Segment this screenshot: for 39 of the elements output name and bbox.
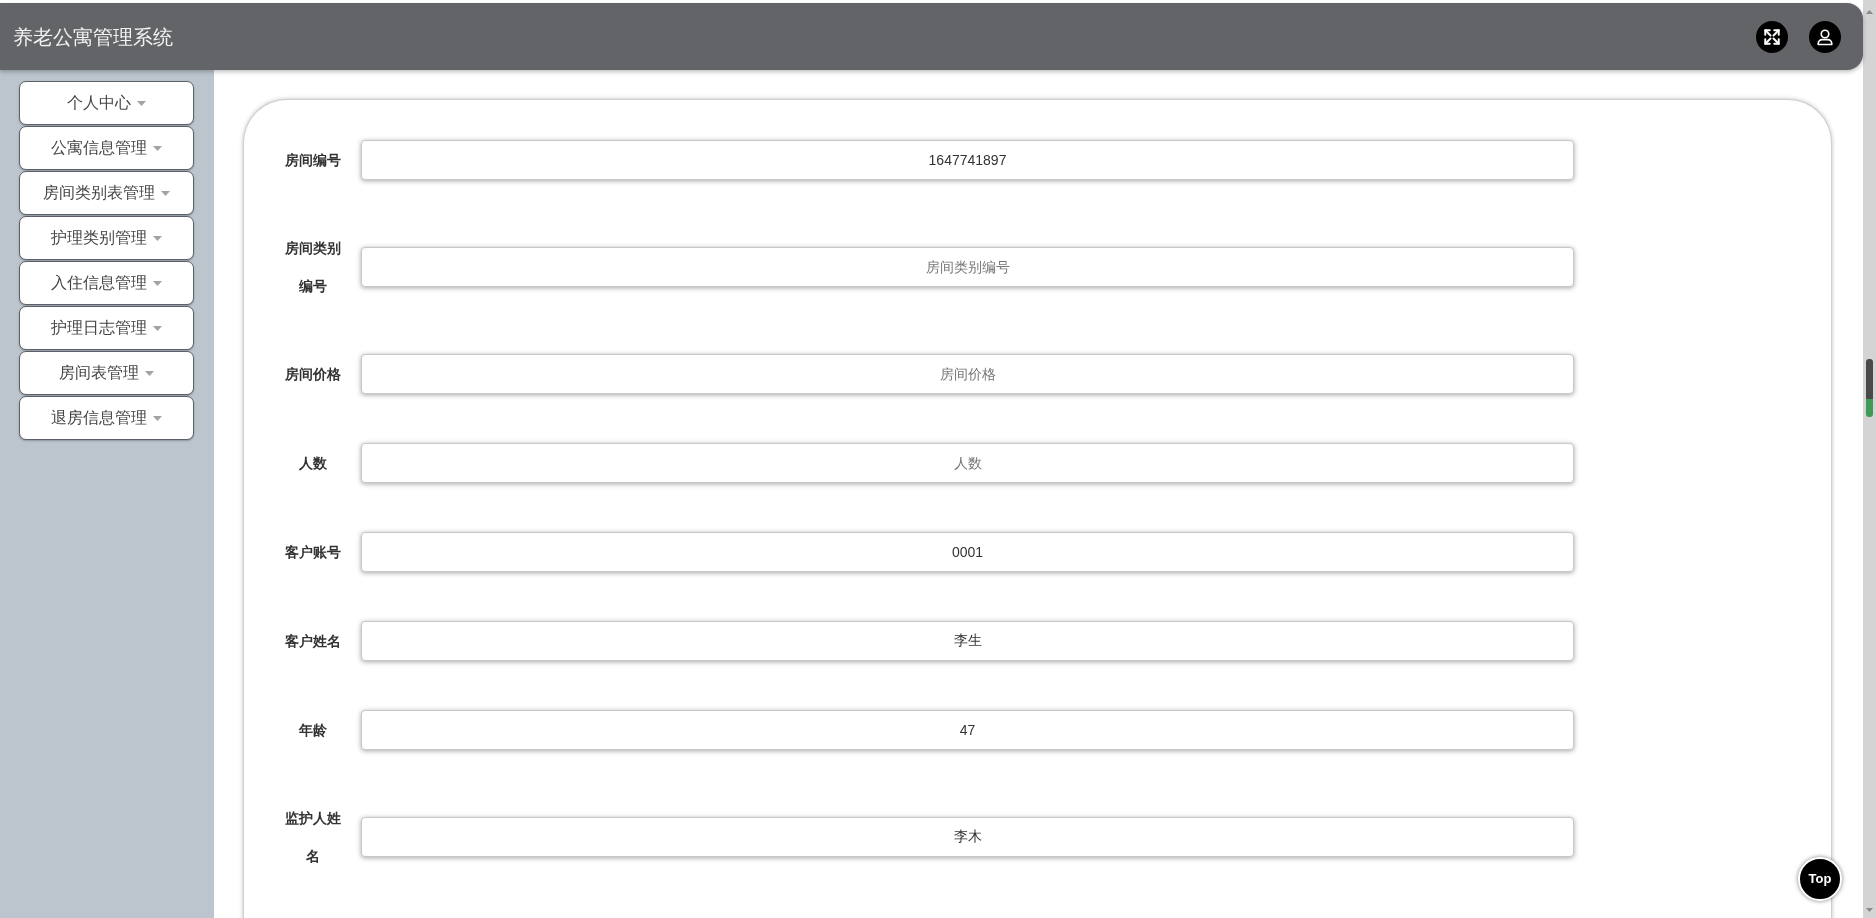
sidebar-menu-item[interactable]: 护理日志管理 [19,306,194,350]
field-label: 监护人姓名 [284,809,342,866]
sidebar-menu-item[interactable]: 入住信息管理 [19,261,194,305]
field-label: 年龄 [298,721,328,740]
input-field[interactable]: 47 [361,710,1574,750]
caret-icon [145,370,154,376]
input-field[interactable]: 人数 [361,443,1574,483]
sidebar-menu-item[interactable]: 个人中心 [19,81,194,125]
caret-icon [153,280,162,286]
user-button[interactable] [1809,20,1841,53]
input-field[interactable]: 0001 [361,532,1574,572]
input-field[interactable]: 1647741897 [361,140,1574,180]
caret-icon [153,235,162,241]
input-field[interactable]: 李木 [361,817,1574,857]
fullscreen-button[interactable] [1756,20,1788,53]
user-icon [1816,27,1834,46]
field-label: 房间编号 [284,151,342,170]
field-label: 客户姓名 [284,632,342,651]
sidebar-menu-item[interactable]: 退房信息管理 [19,396,194,440]
caret-icon [161,190,170,196]
scrollbar-thumb[interactable] [1866,359,1873,417]
sidebar-menu-item[interactable]: 公寓信息管理 [19,126,194,170]
caret-icon [137,100,146,106]
input-field[interactable]: 李生 [361,621,1574,661]
sidebar-menu-item[interactable]: 房间类别表管理 [19,171,194,215]
field-label: 房间价格 [284,365,342,384]
scrollbar[interactable] [1863,0,1876,918]
field-label: 房间类别编号 [284,239,342,296]
field-label: 客户账号 [284,543,342,562]
sidebar-menu-item[interactable]: 护理类别管理 [19,216,194,260]
field-label: 人数 [298,454,328,473]
input-field[interactable]: 房间类别编号 [361,247,1574,287]
sidebar-menu-item[interactable]: 房间表管理 [19,351,194,395]
app-title: 养老公寓管理系统 [13,24,173,50]
input-field[interactable]: 房间价格 [361,354,1574,394]
caret-icon [153,145,162,151]
caret-icon [153,325,162,331]
fullscreen-icon [1763,27,1781,46]
caret-icon [153,415,162,421]
